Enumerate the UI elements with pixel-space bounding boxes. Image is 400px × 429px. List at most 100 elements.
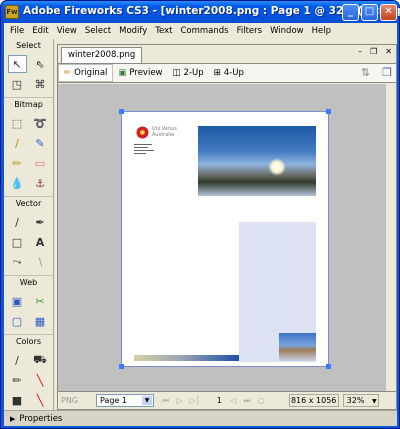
winter-photo[interactable]	[198, 126, 316, 196]
rectangle-icon[interactable]: □	[8, 233, 27, 251]
view-2up-button[interactable]: ◫ 2-Up	[168, 64, 209, 82]
eyedropper-icon[interactable]: ∕	[8, 351, 27, 369]
crop-icon[interactable]: ⌘	[31, 75, 50, 93]
rubber-stamp-icon[interactable]: ⚓	[31, 174, 50, 192]
menu-filters[interactable]: Filters	[233, 26, 266, 36]
chevron-down-icon: ▼	[372, 398, 377, 405]
view-toolbar: ✏ Original ▣ Preview ◫ 2-Up ⊞ 4-Up ⇅ ❐	[58, 63, 396, 83]
menu-commands[interactable]: Commands	[176, 26, 232, 36]
chevron-down-icon: ▼	[142, 396, 152, 405]
view-preview-label: Preview	[129, 68, 163, 78]
freeform-icon[interactable]: ⤳	[8, 253, 27, 271]
doc-restore-icon[interactable]: ❐	[370, 47, 377, 56]
frame-number: 1	[216, 396, 222, 405]
swap-colors-icon[interactable]: ╲	[31, 391, 50, 409]
menu-help[interactable]: Help	[308, 26, 335, 36]
pen-icon[interactable]: ✒	[31, 213, 50, 231]
tools-section-web-title: Web	[19, 278, 38, 287]
menu-view[interactable]: View	[53, 26, 81, 36]
zoom-select[interactable]: 32% ▼	[342, 394, 379, 407]
tools-section-select-title: Select	[16, 41, 41, 50]
document-tab[interactable]: winter2008.png	[61, 47, 143, 63]
winter-thumbnail-photo[interactable]	[279, 333, 316, 361]
close-button[interactable]: ✕	[380, 4, 397, 21]
logo-flower-icon	[136, 126, 149, 139]
tools-panel: Select ↖ ⇖ ◳ ⌘ Bitmap ⬚ ➰ ∕ ✎ ✏ ▭ 💧 ⚓ Ve…	[4, 39, 54, 410]
page-select[interactable]: Page 1 ▼	[96, 394, 154, 407]
text-icon[interactable]: A	[31, 233, 50, 251]
line-icon[interactable]: ∕	[8, 213, 27, 231]
sun-glare	[268, 158, 286, 176]
slice-icon[interactable]: ✂	[31, 292, 50, 310]
show-slices-icon[interactable]: ▦	[31, 312, 50, 330]
play-icon[interactable]: ▷	[176, 396, 182, 406]
menu-file[interactable]: File	[6, 26, 28, 36]
tools-section-vector-title: Vector	[15, 199, 42, 208]
menu-bar: File Edit View Select Modify Text Comman…	[4, 23, 397, 39]
expand-arrow-icon[interactable]: ▶	[10, 415, 15, 423]
hotspot-icon[interactable]: ▣	[8, 292, 27, 310]
selection-handle[interactable]	[119, 109, 124, 114]
first-frame-icon[interactable]: ⏮	[162, 396, 169, 406]
tools-section-colors-title: Colors	[15, 337, 42, 346]
loop-icon[interactable]: ○	[258, 396, 265, 406]
export-icon[interactable]: ❐	[382, 66, 392, 79]
lasso-icon[interactable]: ➰	[31, 114, 50, 132]
menu-edit[interactable]: Edit	[28, 26, 52, 36]
view-original-label: Original	[74, 68, 108, 78]
minimize-button[interactable]: _	[342, 4, 359, 21]
menu-text[interactable]: Text	[151, 26, 176, 36]
stroke-color-icon[interactable]: ✏	[8, 371, 27, 389]
view-2up-label: 2-Up	[183, 68, 204, 78]
tools-section-bitmap-title: Bitmap	[14, 100, 43, 109]
gradient-bar[interactable]	[134, 355, 239, 361]
marquee-icon[interactable]: ⬚	[8, 114, 27, 132]
menu-modify[interactable]: Modify	[115, 26, 151, 36]
selection-handle[interactable]	[119, 364, 124, 369]
paint-bucket-icon[interactable]: ⛟	[31, 351, 50, 369]
vertical-scrollbar[interactable]	[386, 84, 396, 391]
scale-icon[interactable]: ◳	[8, 75, 27, 93]
view-original-button[interactable]: ✏ Original	[58, 64, 114, 82]
next-frame-icon[interactable]: ▷│	[189, 396, 200, 406]
document-canvas[interactable]: Uni Venus Australia	[119, 109, 331, 369]
canvas-size-display[interactable]: 816 x 1056	[288, 394, 339, 407]
title-bar[interactable]: Fw Adobe Fireworks CS3 - [winter2008.png…	[1, 1, 400, 23]
brush-icon[interactable]: ✎	[31, 134, 50, 152]
four-up-icon: ⊞	[213, 68, 221, 78]
format-label: PNG	[61, 396, 79, 405]
selection-handle[interactable]	[326, 109, 331, 114]
view-4up-button[interactable]: ⊞ 4-Up	[209, 64, 249, 82]
doc-minimize-icon[interactable]: –	[358, 47, 362, 56]
view-preview-button[interactable]: ▣ Preview	[113, 64, 167, 82]
fill-color-icon[interactable]: ╲	[31, 371, 50, 389]
address-lines	[134, 144, 156, 156]
page-select-value: Page 1	[100, 396, 127, 405]
doc-close-icon[interactable]: ✕	[385, 47, 392, 56]
canvas-area[interactable]: Uni Venus Australia	[58, 84, 396, 391]
properties-panel-bar[interactable]: ▶ Properties	[4, 410, 397, 426]
frame-controls: ⏮ ▷ ▷│	[162, 396, 200, 406]
default-colors-icon[interactable]: ■	[8, 391, 27, 409]
view-4up-label: 4-Up	[223, 68, 244, 78]
hide-slices-icon[interactable]: ▢	[8, 312, 27, 330]
app-window: Fw Adobe Fireworks CS3 - [winter2008.png…	[0, 0, 400, 429]
preview-in-browser-icon[interactable]: ⇅	[361, 66, 370, 79]
last-frame-icon[interactable]: ⏭	[243, 396, 250, 406]
knife-icon[interactable]: ∖	[31, 253, 50, 271]
maximize-button[interactable]: □	[361, 4, 378, 21]
pencil-icon[interactable]: ✏	[8, 154, 27, 172]
magic-wand-icon[interactable]: ∕	[8, 134, 27, 152]
pointer-icon[interactable]: ↖	[7, 55, 27, 73]
prev-frame-icon[interactable]: ◁	[230, 396, 236, 406]
eraser-icon[interactable]: ▭	[31, 154, 50, 172]
fireworks-app-icon[interactable]: Fw	[5, 5, 19, 19]
document-tab-strip: winter2008.png – ❐ ✕	[58, 45, 396, 63]
document-status-bar: PNG Page 1 ▼ ⏮ ▷ ▷│ 1 ◁ ⏭ ○ 816 x 1056 3…	[58, 391, 396, 409]
blur-icon[interactable]: 💧	[8, 174, 27, 192]
menu-window[interactable]: Window	[266, 26, 308, 36]
menu-select[interactable]: Select	[81, 26, 115, 36]
subselect-icon[interactable]: ⇖	[31, 55, 50, 73]
properties-label: Properties	[19, 413, 63, 424]
selection-handle[interactable]	[326, 364, 331, 369]
